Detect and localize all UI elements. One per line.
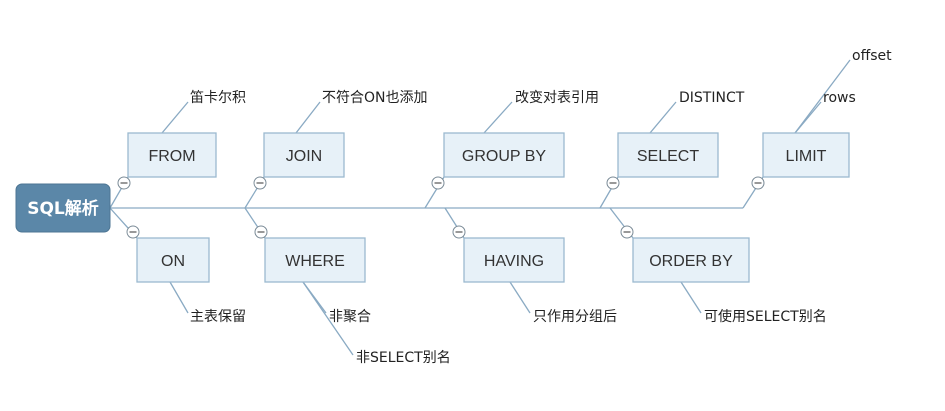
node-having[interactable]: HAVING — [463, 237, 565, 283]
collapse-toggle-select[interactable] — [606, 176, 620, 190]
collapse-toggle-order-by[interactable] — [620, 225, 634, 239]
collapse-toggle-where[interactable] — [254, 225, 268, 239]
node-from[interactable]: FROM — [127, 132, 217, 178]
node-join-label: JOIN — [286, 148, 322, 165]
collapse-toggle-join[interactable] — [253, 176, 267, 190]
collapse-toggle-limit[interactable] — [751, 176, 765, 190]
node-limit[interactable]: LIMIT — [762, 132, 850, 178]
note-line-order-by — [680, 281, 702, 314]
note-group-by: 改变对表引用 — [515, 90, 599, 106]
node-join[interactable]: JOIN — [263, 132, 345, 178]
note-limit-offset: offset — [852, 48, 892, 64]
node-select-label: SELECT — [637, 148, 699, 165]
node-order-by[interactable]: ORDER BY — [632, 237, 750, 283]
collapse-toggle-having[interactable] — [452, 225, 466, 239]
collapse-toggle-group-by[interactable] — [431, 176, 445, 190]
note-line-on — [169, 281, 189, 314]
note-where-2: 非SELECT别名 — [356, 350, 451, 366]
node-on[interactable]: ON — [136, 237, 210, 283]
node-limit-label: LIMIT — [786, 148, 827, 165]
node-on-label: ON — [161, 253, 185, 270]
note-on: 主表保留 — [190, 309, 246, 325]
note-line-group-by — [483, 101, 513, 134]
note-order-by: 可使用SELECT别名 — [704, 308, 827, 325]
note-where-1: 非聚合 — [329, 309, 371, 325]
node-having-label: HAVING — [484, 253, 544, 270]
node-group-by-label: GROUP BY — [462, 148, 547, 165]
note-having: 只作用分组后 — [533, 309, 617, 325]
note-line-select — [649, 101, 677, 134]
fishbone-diagram: SQL解析 FROM JOIN GROUP BY SELECT LIMIT ON… — [15, 48, 892, 366]
notes: 笛卡尔积 不符合ON也添加 改变对表引用 DISTINCT rows offse… — [190, 48, 892, 366]
note-join: 不符合ON也添加 — [322, 90, 428, 106]
root-node[interactable]: SQL解析 — [15, 183, 111, 233]
node-where[interactable]: WHERE — [264, 237, 366, 283]
node-select[interactable]: SELECT — [617, 132, 719, 178]
root-label: SQL解析 — [27, 198, 99, 219]
collapse-toggle-on[interactable] — [126, 225, 140, 239]
node-group-by[interactable]: GROUP BY — [443, 132, 565, 178]
note-from: 笛卡尔积 — [190, 90, 246, 106]
note-select: DISTINCT — [679, 90, 745, 106]
node-from-label: FROM — [148, 148, 195, 165]
note-limit-rows: rows — [823, 90, 856, 106]
node-order-by-label: ORDER BY — [649, 253, 733, 270]
collapse-toggle-from[interactable] — [117, 176, 131, 190]
note-line-having — [509, 281, 531, 314]
note-line-from — [161, 101, 189, 134]
note-line-join — [295, 101, 321, 134]
node-where-label: WHERE — [285, 253, 345, 270]
